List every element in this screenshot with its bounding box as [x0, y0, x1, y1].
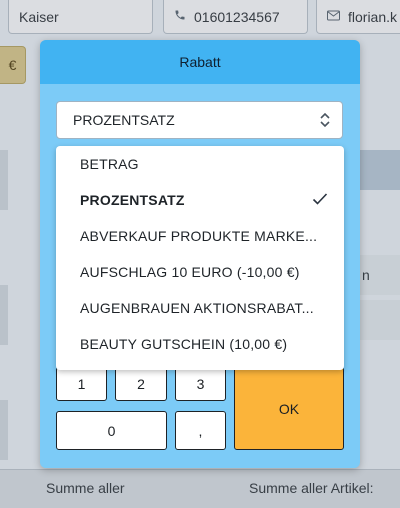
dropdown-item-prozentsatz[interactable]: PROZENTSATZ: [56, 182, 344, 218]
key-1-button[interactable]: 1: [56, 367, 107, 401]
key-2-button[interactable]: 2: [115, 367, 167, 401]
dropdown-item-beauty-gutschein[interactable]: BEAUTY GUTSCHEIN (10,00 €): [56, 326, 344, 362]
modal-title: Rabatt: [179, 54, 221, 70]
dropdown-item-augenbrauen[interactable]: AUGENBRAUEN AKTIONSRABAT...: [56, 290, 344, 326]
checkmark-icon: [312, 192, 328, 209]
modal-header: Rabatt: [40, 40, 360, 84]
updown-chevron-icon: [319, 111, 331, 132]
discount-type-select[interactable]: PROZENTSATZ: [56, 101, 343, 139]
key-comma-button[interactable]: ,: [175, 411, 226, 450]
select-value: PROZENTSATZ: [73, 112, 175, 128]
key-0-button[interactable]: 0: [56, 411, 167, 450]
dropdown-item-betrag[interactable]: BETRAG: [56, 146, 344, 182]
key-3-button[interactable]: 3: [175, 367, 226, 401]
dropdown-item-abverkauf[interactable]: ABVERKAUF PRODUKTE MARKE...: [56, 218, 344, 254]
dropdown-item-aufschlag[interactable]: AUFSCHLAG 10 EURO (-10,00 €): [56, 254, 344, 290]
ok-button[interactable]: OK: [234, 367, 344, 450]
discount-type-dropdown: BETRAG PROZENTSATZ ABVERKAUF PRODUKTE MA…: [56, 146, 344, 370]
